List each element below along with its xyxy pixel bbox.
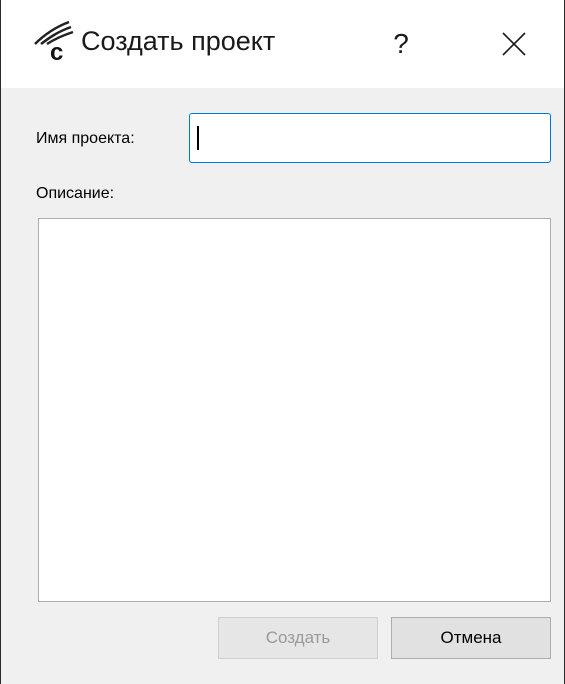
- close-icon: [502, 32, 526, 56]
- dialog-title: Создать проект: [81, 26, 276, 56]
- description-textarea[interactable]: [38, 218, 551, 602]
- text-caret: [197, 126, 199, 150]
- project-name-input[interactable]: [189, 113, 551, 163]
- create-button[interactable]: Создать: [218, 617, 378, 659]
- cancel-button[interactable]: Отмена: [391, 617, 551, 659]
- create-project-dialog: c Создать проект ? Имя проекта: Описание…: [0, 0, 565, 684]
- description-label: Описание:: [36, 185, 115, 202]
- help-button[interactable]: ?: [373, 10, 429, 78]
- app-logo-icon: c: [34, 20, 74, 62]
- project-name-label: Имя проекта:: [36, 130, 135, 147]
- title-bar[interactable]: c Создать проект ?: [1, 0, 564, 88]
- svg-text:c: c: [50, 39, 63, 62]
- close-button[interactable]: [479, 10, 549, 78]
